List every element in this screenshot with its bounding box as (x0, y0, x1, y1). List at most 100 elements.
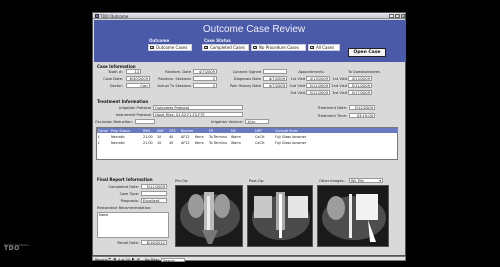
maximize-button[interactable]: □ (395, 13, 400, 18)
minimize-button[interactable]: _ (389, 13, 394, 18)
restorative-field[interactable]: None (97, 212, 169, 238)
tooth-field[interactable]: 13 (126, 69, 141, 74)
irrigation-volume-label: Irrigation Volume: (210, 120, 243, 124)
col-canal[interactable]: Canal (98, 129, 108, 133)
visit-1-field[interactable]: 4/13/2009 (306, 76, 330, 81)
random-sessions-field[interactable]: 2 (193, 76, 217, 81)
last-record-icon[interactable]: ⏭ (137, 257, 140, 261)
actual-sessions-label: Actual Tx Sessions (157, 84, 191, 88)
open-case-button[interactable]: Open Case (348, 48, 386, 57)
prev-record-icon[interactable]: ◀ (113, 257, 116, 261)
actual-sessions-field[interactable]: 2 (193, 83, 217, 88)
checkbox-icon[interactable]: ✓ (310, 45, 314, 49)
consent-label: Consent Signed (232, 70, 261, 74)
postop-label: Post-Op: (249, 179, 265, 183)
filter-status[interactable]: No Filter (145, 258, 159, 262)
visit-2-q-label: 2nd Visit (331, 84, 347, 88)
visit-1-label: 1st Visit (290, 77, 305, 81)
table-row[interactable]: L Necrotic 21.00 10 40 AF12 Kerrs To Ter… (97, 134, 398, 139)
col-coronal-endo[interactable]: Coronal Endo (275, 129, 298, 133)
prognosis-label: Prognosis: (120, 199, 139, 203)
tooth-label: Tooth #: (107, 70, 123, 74)
treatment-time-field[interactable]: 03:19:00 (349, 113, 375, 118)
window-title: TDO Outcome (100, 13, 129, 19)
preop-label: Pre-Op: (175, 179, 189, 183)
header-panel: Outcome Case Review Outcome Case Status … (94, 20, 406, 62)
col-mc[interactable]: MC (231, 129, 236, 133)
filter-all-cases[interactable]: ✓ All Cases (308, 44, 340, 51)
visit-3-q-field[interactable]: 5/17/2009 (348, 90, 372, 95)
recall-date-field[interactable]: 8/16/2012 (141, 240, 167, 245)
occlusion-label: Occlusion Reduction: (95, 120, 133, 124)
case-type-label: Case Type: (119, 192, 139, 196)
close-button[interactable]: × (401, 13, 405, 18)
search-input[interactable]: Search (161, 257, 185, 263)
diagnosis-field[interactable]: 4/7/2009 (263, 76, 287, 81)
treatment-time-label: Treatment Time: (317, 114, 347, 118)
col-maf[interactable]: MAF (157, 129, 164, 133)
table-row[interactable]: L Necrotic 21.00 10 40 AF12 Kerrs To Ter… (97, 140, 398, 145)
completed-date-field[interactable]: 5/11/2009 (141, 184, 167, 189)
record-position[interactable]: 4 of 20 (118, 258, 130, 262)
record-label: Record: (95, 257, 108, 262)
random-sessions-label: Random. Sessions (158, 77, 191, 81)
canal-grid: Canal Pulp Status RWL MAF OFS Blocker FR… (96, 127, 398, 160)
instrument-protocol-field[interactable]: Hand Files; S1,S2,F1,F2,F3? (153, 112, 243, 117)
case-date-label: Case Date: (103, 77, 123, 81)
checkbox-icon[interactable]: ✓ (204, 45, 208, 49)
col-ofs[interactable]: OFS (169, 129, 176, 133)
doctor-label: Doctor: (109, 84, 123, 88)
col-rwl[interactable]: RWL (143, 129, 150, 133)
case-type-field[interactable] (141, 191, 167, 196)
case-status-group-label: Case Status (204, 38, 231, 43)
col-blocker[interactable]: Blocker (181, 129, 194, 133)
outcome-group-label: Outcome (149, 38, 170, 43)
random-date-field[interactable]: 4/7/2009 (193, 69, 217, 74)
filter-completed-cases[interactable]: ✓ Completed Cases (202, 44, 249, 51)
final-report-heading: Final Report Information (97, 177, 153, 182)
grid-header: Canal Pulp Status RWL MAF OFS Blocker FR… (97, 128, 398, 133)
instrument-protocol-label: Instrument Protocol (115, 113, 151, 117)
chevron-down-icon[interactable]: ▾ (379, 179, 381, 182)
filter-no-procedure-cases[interactable]: ✓ No Procedure Cases (251, 44, 306, 51)
checkbox-icon[interactable]: ✓ (253, 45, 257, 49)
other-xray-image[interactable] (317, 185, 389, 247)
random-date-label: Random. Date (165, 70, 191, 74)
pain-history-field[interactable]: 4/7/2009 (263, 83, 287, 88)
checkbox-icon[interactable]: ✓ (150, 45, 154, 49)
status-bar: Record: ⏮ ◀ 4 of 20 ▶ ⏭ No Filter Search (92, 256, 406, 263)
doctor-field[interactable]: Carr (126, 83, 150, 88)
col-pulp-status[interactable]: Pulp Status (111, 129, 130, 133)
visit-3-q-label: 3rd Visit (332, 91, 347, 95)
irrigation-protocol-label: Irrigation Protocol (119, 106, 151, 110)
case-date-field[interactable]: 6/30/2009 (126, 76, 150, 81)
app-icon (94, 14, 99, 18)
title-bar: TDO Outcome _ □ × (93, 13, 405, 19)
irrigation-protocol-field[interactable]: Outcomes Protocol (153, 105, 243, 110)
visit-3-label: 3rd Visit (290, 91, 305, 95)
first-record-icon[interactable]: ⏮ (108, 257, 111, 261)
visit-1-q-field[interactable]: 4/13/2009 (348, 76, 372, 81)
occlusion-field[interactable] (135, 119, 155, 124)
treatment-date-field[interactable]: 5/12/2009 (349, 105, 375, 110)
visit-2-field[interactable]: 5/11/2009 (306, 83, 330, 88)
appointments-heading: Appointments (298, 70, 324, 74)
other-images-label: Other Images: (319, 179, 345, 183)
completed-date-label: Completed Date: (108, 185, 139, 189)
irrigation-volume-field[interactable]: 10cc (245, 119, 269, 124)
filter-outcome-cases[interactable]: ✓ Outcome Cases (148, 44, 192, 51)
col-lwt[interactable]: LWT (255, 129, 262, 133)
treatment-heading: Treatment Information (97, 99, 149, 104)
consent-field[interactable] (263, 69, 287, 74)
to-questionnaires-heading: To Questionnaires (348, 70, 380, 74)
page-title: Outcome Case Review (202, 24, 306, 35)
visit-2-q-field[interactable]: 5/11/2009 (348, 83, 372, 88)
prognosis-field[interactable]: Excellent (141, 198, 167, 203)
postop-xray-image[interactable] (247, 185, 313, 247)
preop-xray-image[interactable] (175, 185, 243, 247)
col-fr[interactable]: FR (209, 129, 213, 133)
other-images-select[interactable]: WL File ▾ (349, 178, 383, 183)
visit-3-field[interactable]: 5/11/2009 (306, 90, 330, 95)
next-record-icon[interactable]: ▶ (132, 257, 135, 261)
treatment-date-label: Treatment Date: (317, 106, 347, 110)
